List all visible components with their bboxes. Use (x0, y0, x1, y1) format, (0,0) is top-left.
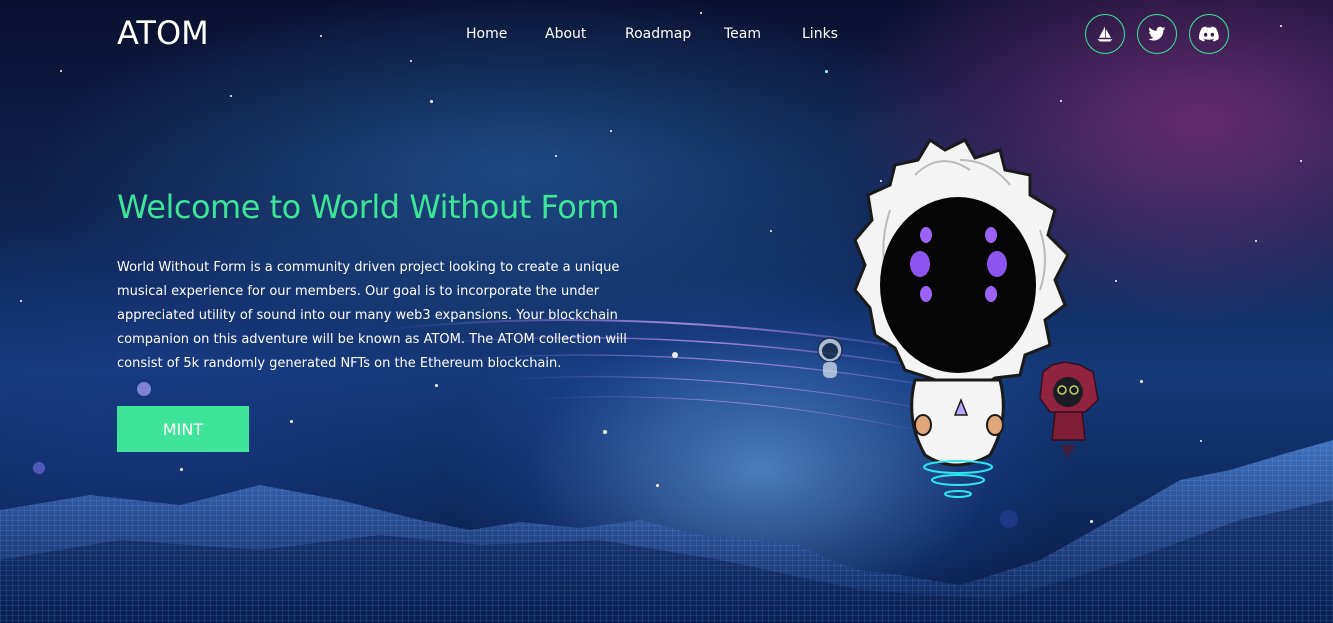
main-atom-character (853, 137, 1070, 498)
hero-description: World Without Form is a community driven… (117, 260, 627, 371)
twitter-button[interactable] (1137, 14, 1177, 54)
mint-button[interactable]: MINT (117, 406, 249, 452)
nav-links[interactable]: Links (802, 26, 838, 42)
hero-title: Welcome to World Without Form (117, 188, 620, 226)
discord-icon (1199, 26, 1219, 42)
opensea-button[interactable] (1085, 14, 1125, 54)
discord-button[interactable] (1189, 14, 1229, 54)
logo[interactable]: ATOM (117, 14, 209, 52)
page: ATOM Home About Roadmap Team Links Welco… (0, 0, 1333, 623)
red-robot-character (1039, 361, 1099, 458)
nav-home[interactable]: Home (466, 26, 507, 42)
small-atom-character (817, 337, 843, 378)
nav-roadmap[interactable]: Roadmap (625, 26, 691, 42)
nav-about[interactable]: About (545, 26, 586, 42)
sailboat-icon (1097, 26, 1113, 42)
twitter-icon (1148, 26, 1166, 41)
nav-team[interactable]: Team (724, 26, 761, 42)
